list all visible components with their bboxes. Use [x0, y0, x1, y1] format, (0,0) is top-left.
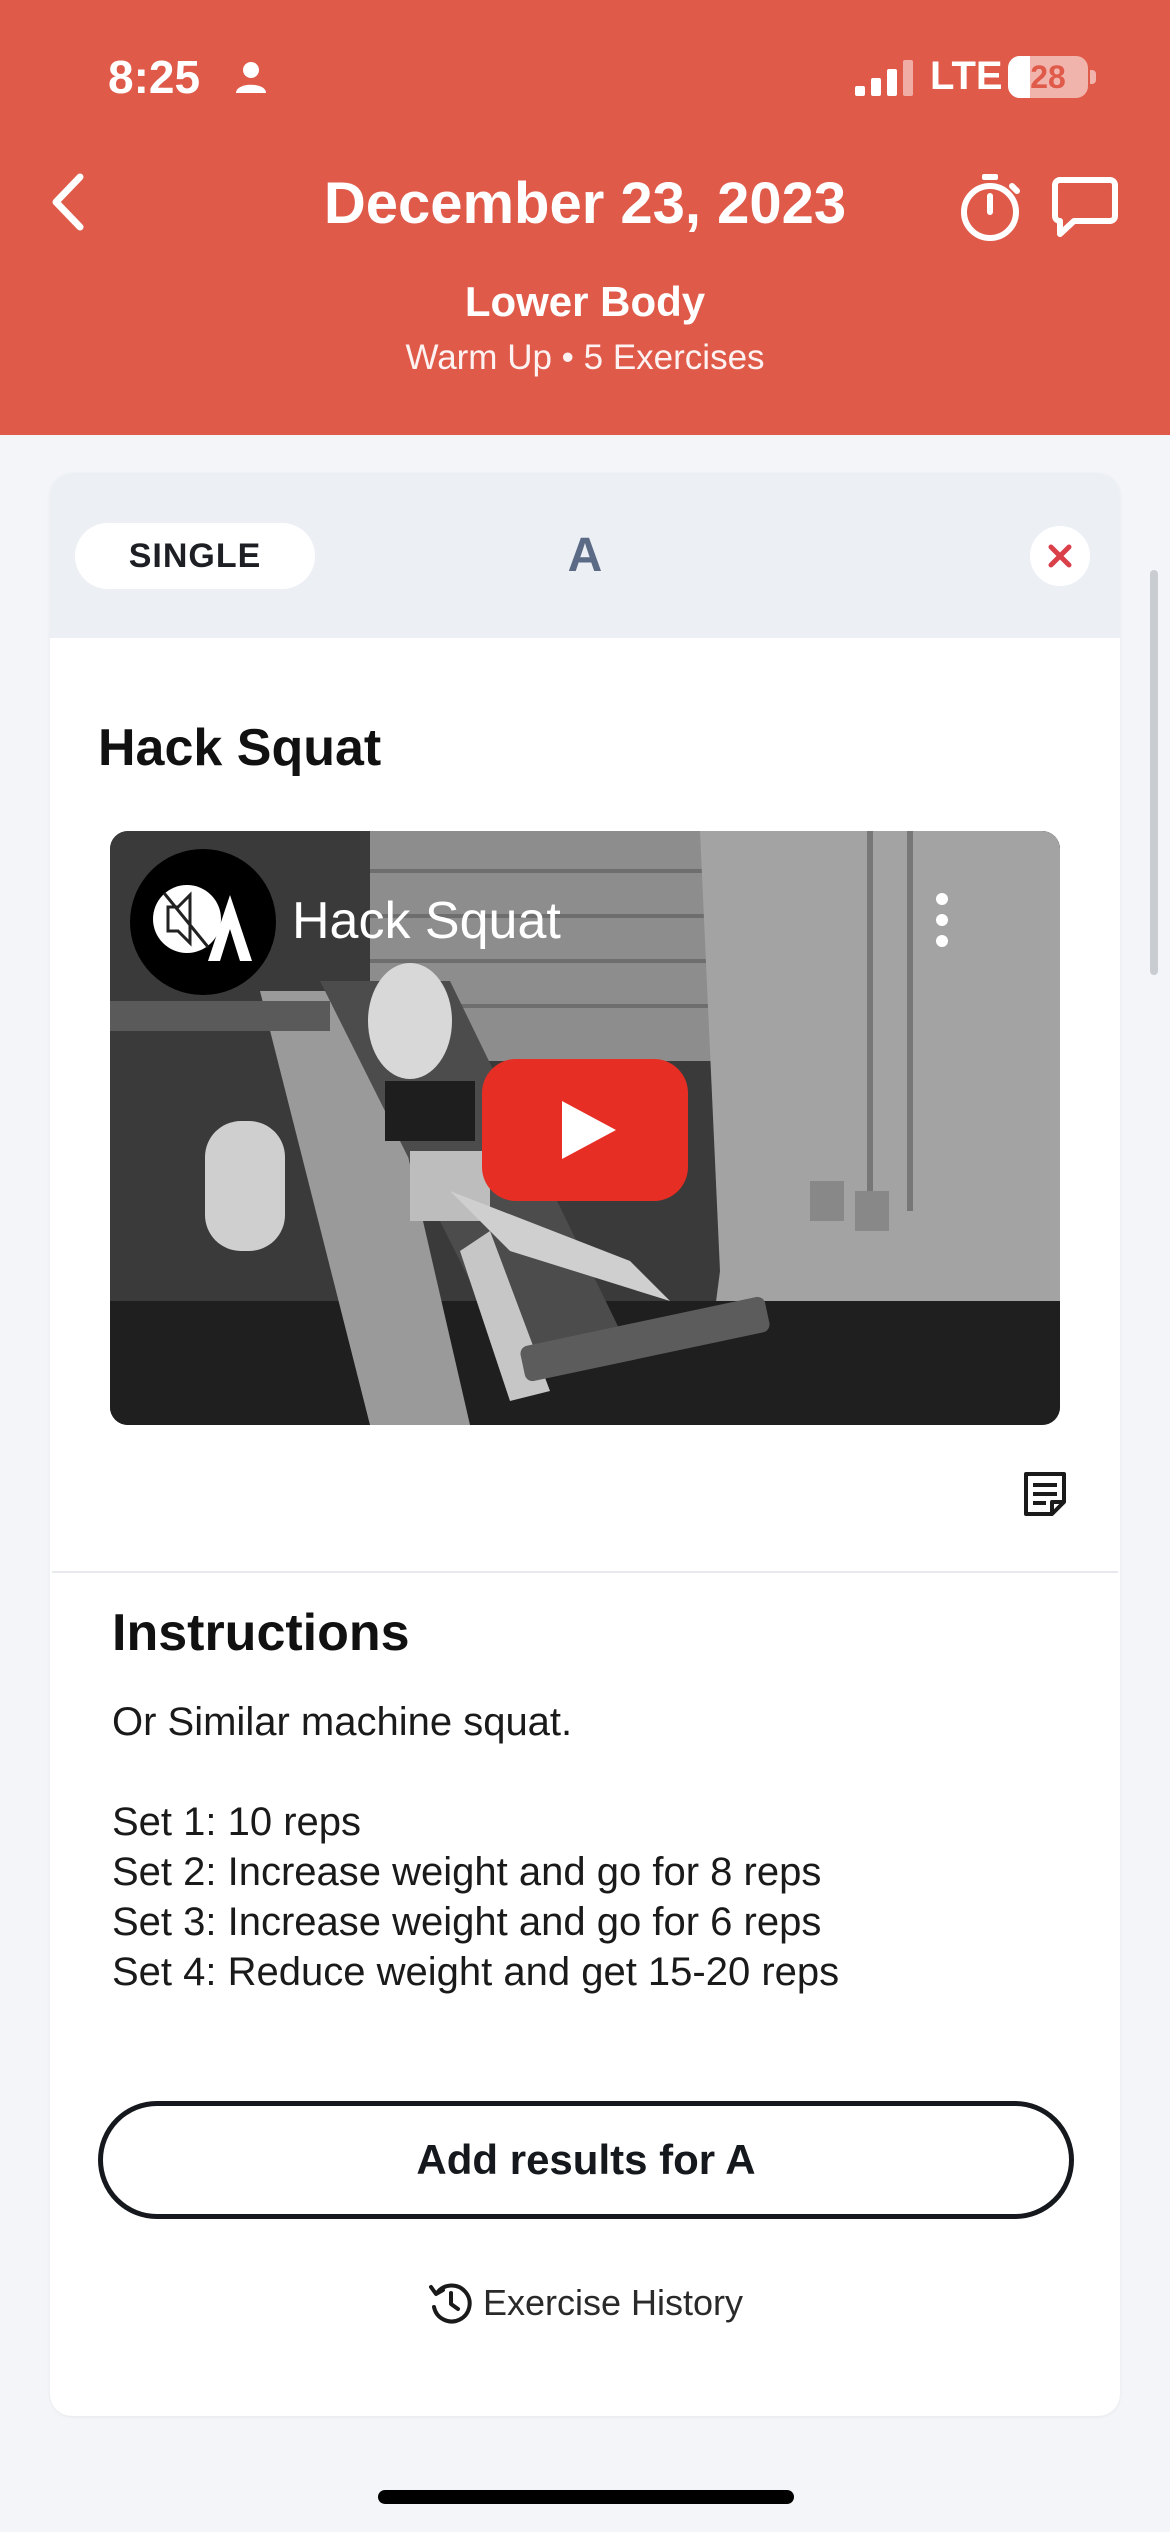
workout-subtitle: Warm Up • 5 Exercises [405, 338, 765, 377]
stopwatch-icon[interactable] [958, 172, 1022, 244]
status-time: 8:25 [108, 51, 201, 103]
network-type: LTE [930, 54, 1003, 98]
signal-icon [855, 60, 913, 96]
add-results-button[interactable]: Add results for A [98, 2101, 1074, 2219]
channel-logo-icon [130, 849, 276, 995]
notes-icon[interactable] [1022, 1470, 1068, 1518]
instructions-text: Or Similar machine squat. Set 1: 10 reps… [112, 1700, 840, 1994]
close-icon[interactable] [1030, 526, 1090, 586]
home-indicator[interactable] [378, 2490, 794, 2504]
video-player[interactable]: Hack Squat [110, 831, 1060, 1425]
section-letter: A [567, 529, 603, 582]
instructions-heading: Instructions [112, 1604, 410, 1662]
workout-name: Lower Body [464, 278, 706, 325]
exercise-name: Hack Squat [98, 719, 382, 777]
more-vertical-icon[interactable] [932, 891, 952, 949]
exercise-history-label: Exercise History [482, 2282, 744, 2323]
battery-level: 28 [1030, 59, 1066, 95]
chat-icon[interactable] [1052, 176, 1118, 238]
person-icon [236, 62, 266, 93]
workout-header: 8:25 LTE 28 December 23, 2023 Lower Body… [0, 0, 1170, 435]
scrollbar[interactable] [1150, 570, 1158, 975]
section-divider [52, 1571, 1118, 1573]
history-icon [428, 2283, 472, 2324]
battery-indicator: 28 [1008, 56, 1088, 98]
battery-tip [1090, 70, 1096, 84]
exercise-history-link[interactable]: Exercise History [50, 2273, 1120, 2333]
card-header: SINGLE A [50, 473, 1120, 638]
video-title: Hack Squat [292, 892, 561, 950]
exercise-card: SINGLE A Hack Squat Hack Squat Instructi… [50, 473, 1120, 2416]
play-icon[interactable] [482, 1059, 688, 1201]
